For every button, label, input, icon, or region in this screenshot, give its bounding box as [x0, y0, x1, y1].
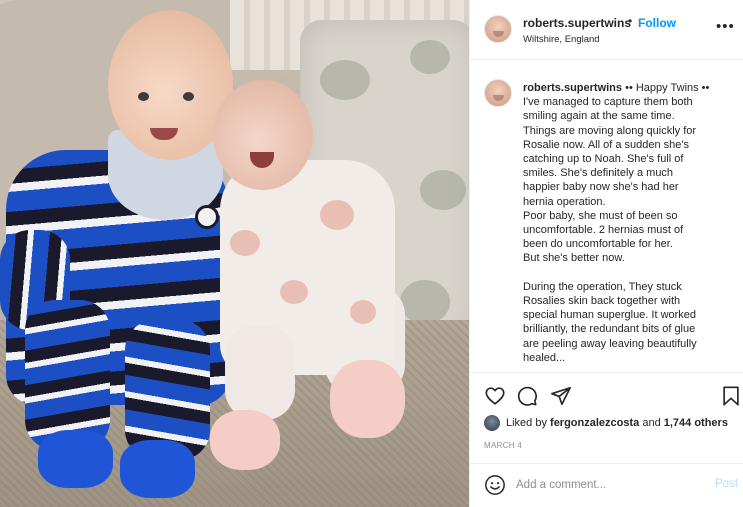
pink-bootie	[210, 410, 280, 470]
caption-line: Rosalie now. All of a sudden she's	[523, 138, 689, 151]
caption-section: roberts.supertwins •• Happy Twins •• I'v…	[470, 61, 743, 371]
caption-author-avatar[interactable]	[484, 79, 512, 107]
caption-line: been do uncomfortable for her.	[523, 238, 673, 251]
comment-icon[interactable]	[516, 385, 538, 407]
caption-line: Poor baby, she must of been so	[523, 209, 678, 222]
likes-count[interactable]: 1,744 others	[664, 417, 728, 429]
post-date[interactable]: MARCH 4	[484, 441, 522, 450]
caption-gap	[523, 266, 723, 280]
comment-input[interactable]	[516, 476, 696, 494]
post-photo[interactable]	[0, 0, 469, 507]
caption-line: are peeling away leaving beautifully	[523, 337, 697, 350]
caption-line: catching up to Noah. She's full of	[523, 153, 684, 166]
caption-line: Rosalies skin back together with	[523, 295, 681, 308]
blue-bootie	[120, 440, 195, 498]
caption-line: smiling again at the same time.	[523, 110, 675, 123]
likes-summary: Liked by fergonzalezcosta and 1,744 othe…	[484, 415, 740, 433]
baby-girl-face	[213, 80, 313, 190]
caption-line: healed...	[523, 351, 566, 364]
caption-line: special human superglue. It worked	[523, 309, 697, 322]
pink-bootie	[330, 360, 405, 438]
bookmark-icon[interactable]	[720, 385, 742, 407]
post-header: roberts.supertwins • Follow Wiltshire, E…	[470, 0, 743, 60]
caption-text: roberts.supertwins •• Happy Twins •• I'v…	[523, 81, 723, 365]
caption-line: brilliantly, the redundant bits of glue	[523, 323, 696, 336]
rugby-badge	[195, 205, 219, 229]
follow-button[interactable]: Follow	[638, 16, 676, 30]
caption-line: I've managed to capture them both	[523, 96, 693, 109]
caption-line: But she's better now.	[523, 252, 625, 265]
caption-username[interactable]: roberts.supertwins	[523, 82, 622, 94]
heart-icon[interactable]	[484, 385, 506, 407]
separator-dot: •	[628, 14, 633, 28]
share-icon[interactable]	[550, 385, 572, 407]
liker-avatar[interactable]	[484, 415, 500, 431]
post-actions: Liked by fergonzalezcosta and 1,744 othe…	[470, 372, 743, 506]
caption-line: hernia operation.	[523, 195, 606, 208]
caption-line: uncomfortable. 2 hernias must of	[523, 224, 684, 237]
caption-line: happier baby now she's had her	[523, 181, 679, 194]
add-comment-bar: Post	[470, 463, 743, 507]
liker-username[interactable]: fergonzalezcosta	[550, 417, 639, 429]
post-comment-button[interactable]: Post	[715, 478, 738, 490]
author-username[interactable]: roberts.supertwins	[523, 16, 631, 30]
author-avatar[interactable]	[484, 15, 512, 43]
caption-line: Things are moving along quickly for	[523, 124, 697, 137]
blue-bootie	[38, 430, 113, 488]
more-options-icon[interactable]: •••	[716, 19, 735, 34]
caption-line: During the operation, They stuck	[523, 280, 682, 293]
emoji-icon[interactable]	[484, 474, 506, 496]
location-link[interactable]: Wiltshire, England	[523, 34, 600, 45]
caption-line: smiles. She's definitely a much	[523, 167, 674, 180]
post-side-panel: roberts.supertwins • Follow Wiltshire, E…	[469, 0, 743, 507]
